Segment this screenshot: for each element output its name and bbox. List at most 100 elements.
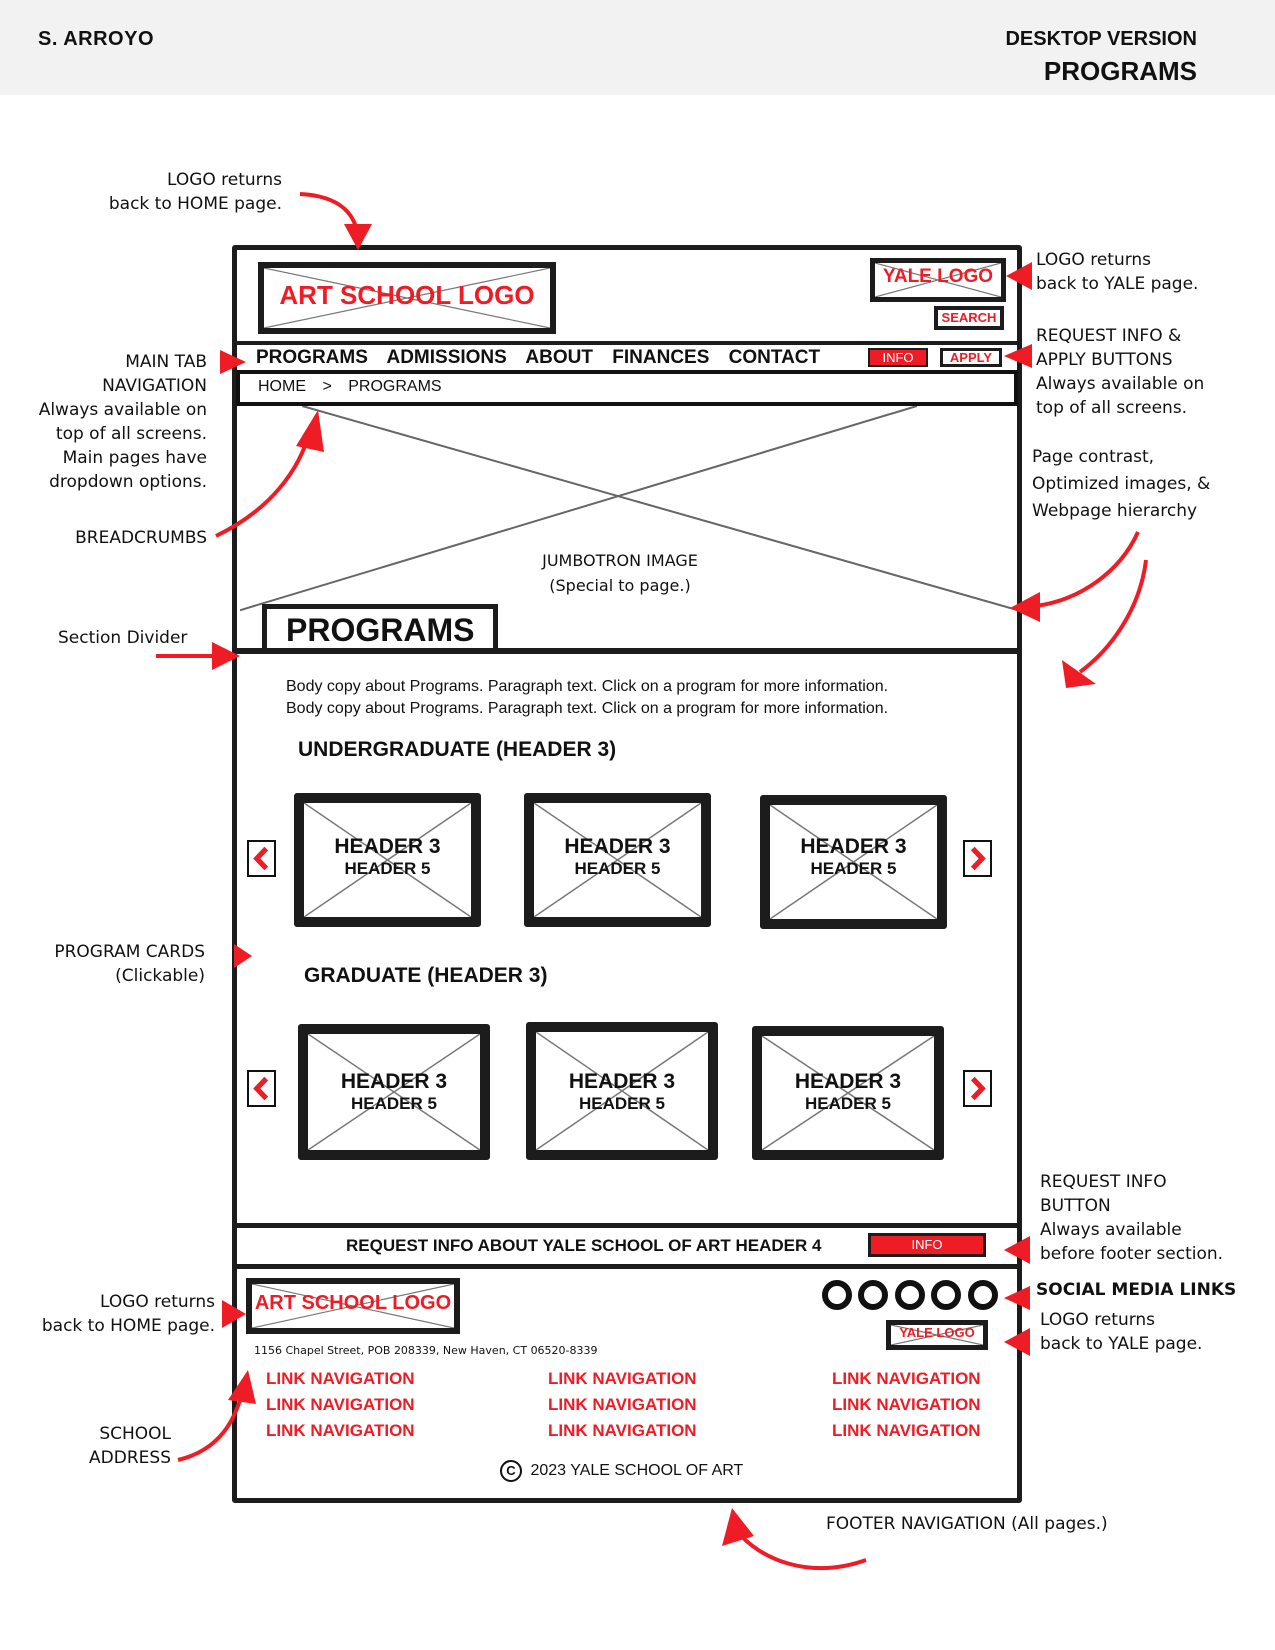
program-card[interactable]: HEADER 3 HEADER 5 — [760, 795, 947, 929]
request-info-divider-top — [236, 1223, 1022, 1228]
program-card[interactable]: HEADER 3 HEADER 5 — [294, 793, 481, 927]
annotation-line: MAIN TAB — [125, 352, 207, 372]
undergrad-next-button[interactable] — [963, 840, 992, 877]
social-link-icon[interactable] — [894, 1280, 925, 1310]
annotation-line: top of all screens. — [1036, 398, 1188, 418]
card-header-3: HEADER 3 — [334, 835, 441, 858]
jumbotron-title: JUMBOTRON IMAGE — [542, 551, 698, 570]
nav-tab-about[interactable]: ABOUT — [525, 347, 593, 368]
annotation-line: REQUEST INFO & — [1036, 326, 1182, 346]
chevron-left-icon — [253, 1076, 269, 1101]
nav-tab-finances[interactable]: FINANCES — [612, 347, 709, 368]
annotation-line: Always available on — [1036, 374, 1205, 394]
yale-logo-label: YALE LOGO — [882, 266, 994, 287]
annotation-line: SCHOOL — [99, 1424, 171, 1444]
card-header-5: HEADER 5 — [810, 859, 897, 878]
version-label: DESKTOP VERSION — [1005, 28, 1197, 50]
annotation-school-address: SCHOOL ADDRESS — [89, 1422, 171, 1470]
annotation-request-info-button: REQUEST INFO BUTTON Always available bef… — [1040, 1170, 1223, 1266]
social-link-icon[interactable] — [858, 1280, 889, 1310]
footer-link[interactable]: LINK NAVIGATION — [832, 1366, 981, 1392]
request-info-button[interactable]: INFO — [868, 1233, 986, 1257]
footer-link[interactable]: LINK NAVIGATION — [548, 1366, 697, 1392]
annotation-line: before footer section. — [1040, 1244, 1224, 1264]
footer-link[interactable]: LINK NAVIGATION — [266, 1366, 415, 1392]
footer-link[interactable]: LINK NAVIGATION — [832, 1392, 981, 1418]
footer-link[interactable]: LINK NAVIGATION — [832, 1418, 981, 1444]
annotation-line: PROGRAM CARDS — [54, 942, 205, 962]
chevron-right-icon — [970, 846, 986, 871]
annotation-program-cards: PROGRAM CARDS (Clickable) — [54, 940, 205, 988]
footer-link[interactable]: LINK NAVIGATION — [266, 1418, 415, 1444]
grad-next-button[interactable] — [963, 1070, 992, 1107]
footer-link-column: LINK NAVIGATION LINK NAVIGATION LINK NAV… — [548, 1366, 697, 1444]
social-link-icon[interactable] — [931, 1280, 962, 1310]
card-text: HEADER 3 HEADER 5 — [770, 835, 937, 879]
grad-prev-button[interactable] — [247, 1070, 276, 1107]
breadcrumb-home[interactable]: HOME — [258, 378, 306, 395]
card-text: HEADER 3 HEADER 5 — [534, 835, 701, 879]
footer-art-school-logo-label: ART SCHOOL LOGO — [254, 1292, 452, 1314]
annotation-line: back to HOME page. — [108, 194, 282, 214]
nav-tab-programs[interactable]: PROGRAMS — [256, 347, 368, 368]
annotation-line: REQUEST INFO — [1040, 1172, 1167, 1192]
request-info-button-top[interactable]: INFO — [868, 348, 928, 367]
annotation-line: Always available — [1040, 1220, 1182, 1240]
page-title: PROGRAMS — [286, 612, 475, 648]
program-card[interactable]: HEADER 3 HEADER 5 — [298, 1024, 490, 1160]
card-header-5: HEADER 5 — [351, 1094, 437, 1113]
card-text: HEADER 3 HEADER 5 — [536, 1070, 708, 1114]
annotation-line: LOGO returns — [166, 170, 282, 190]
footer-link-column: LINK NAVIGATION LINK NAVIGATION LINK NAV… — [266, 1366, 415, 1444]
annotation-footer-nav: FOOTER NAVIGATION (All pages.) — [826, 1514, 1108, 1534]
apply-button-top[interactable]: APPLY — [940, 348, 1002, 367]
arrowhead — [1062, 660, 1096, 688]
breadcrumb-current: PROGRAMS — [348, 378, 442, 395]
program-card[interactable]: HEADER 3 HEADER 5 — [752, 1026, 944, 1160]
card-header-3: HEADER 3 — [568, 1070, 676, 1093]
annotation-line: back to HOME page. — [41, 1316, 215, 1336]
breadcrumb: HOME > PROGRAMS — [258, 378, 442, 396]
copyright: C 2023 YALE SCHOOL OF ART — [500, 1460, 743, 1482]
card-header-3: HEADER 3 — [340, 1070, 448, 1093]
footer-link[interactable]: LINK NAVIGATION — [266, 1392, 415, 1418]
social-link-icon[interactable] — [822, 1280, 852, 1310]
annotation-line: NAVIGATION — [102, 376, 207, 396]
annotation-line: (Clickable) — [115, 966, 205, 986]
copyright-icon: C — [500, 1460, 522, 1482]
program-card[interactable]: HEADER 3 HEADER 5 — [526, 1022, 718, 1160]
annotation-line: back to YALE page. — [1040, 1334, 1203, 1354]
card-header-5: HEADER 5 — [344, 859, 431, 878]
nav-tab-contact[interactable]: CONTACT — [729, 347, 820, 368]
arrow-page-contrast-1 — [1035, 531, 1140, 608]
undergraduate-heading: UNDERGRADUATE (HEADER 3) — [298, 738, 617, 761]
annotation-logo-home-footer: LOGO returns back to HOME page. — [42, 1290, 215, 1338]
breadcrumb-separator: > — [322, 378, 332, 395]
annotation-line: top of all screens. — [55, 424, 207, 444]
undergrad-prev-button[interactable] — [247, 840, 276, 877]
request-info-heading: REQUEST INFO ABOUT YALE SCHOOL OF ART HE… — [346, 1236, 822, 1255]
nav-tab-admissions[interactable]: ADMISSIONS — [386, 347, 506, 368]
request-info-divider-bottom — [236, 1264, 1022, 1269]
arrow-logo-home-top — [299, 192, 360, 239]
card-header-3: HEADER 3 — [794, 1070, 902, 1093]
body-paragraph: Body copy about Programs. Paragraph text… — [286, 700, 889, 717]
card-text: HEADER 3 HEADER 5 — [762, 1070, 934, 1114]
annotation-line: APPLY BUTTONS — [1036, 350, 1173, 370]
search-button[interactable]: SEARCH — [934, 306, 1004, 330]
annotation-line: Optimized images, & — [1032, 474, 1211, 494]
footer-link[interactable]: LINK NAVIGATION — [548, 1392, 697, 1418]
footer-link[interactable]: LINK NAVIGATION — [548, 1418, 697, 1444]
annotation-logo-yale-footer: LOGO returns back to YALE page. — [1040, 1308, 1202, 1356]
footer-link-column: LINK NAVIGATION LINK NAVIGATION LINK NAV… — [832, 1366, 981, 1444]
footer-yale-logo-label: YALE LOGO — [899, 1325, 975, 1340]
annotation-line: LOGO returns — [1036, 250, 1152, 270]
annotation-logo-home-top: LOGO returns back to HOME page. — [109, 168, 282, 216]
card-header-3: HEADER 3 — [800, 835, 907, 858]
jumbotron-subtitle: (Special to page.) — [549, 576, 691, 595]
program-card[interactable]: HEADER 3 HEADER 5 — [524, 793, 711, 927]
social-link-icon[interactable] — [967, 1280, 998, 1310]
sheet-page-title: PROGRAMS — [1043, 56, 1197, 86]
annotation-request-apply: REQUEST INFO & APPLY BUTTONS Always avai… — [1036, 324, 1204, 420]
card-header-5: HEADER 5 — [579, 1094, 665, 1113]
